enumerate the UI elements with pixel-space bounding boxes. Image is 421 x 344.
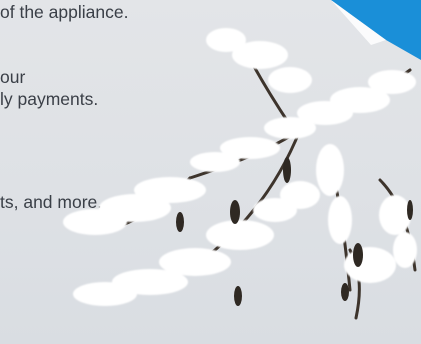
- blue-corner-ribbon-icon: [331, 0, 421, 60]
- promo-banner: of the appliance. our ly payments. ts, a…: [0, 0, 421, 344]
